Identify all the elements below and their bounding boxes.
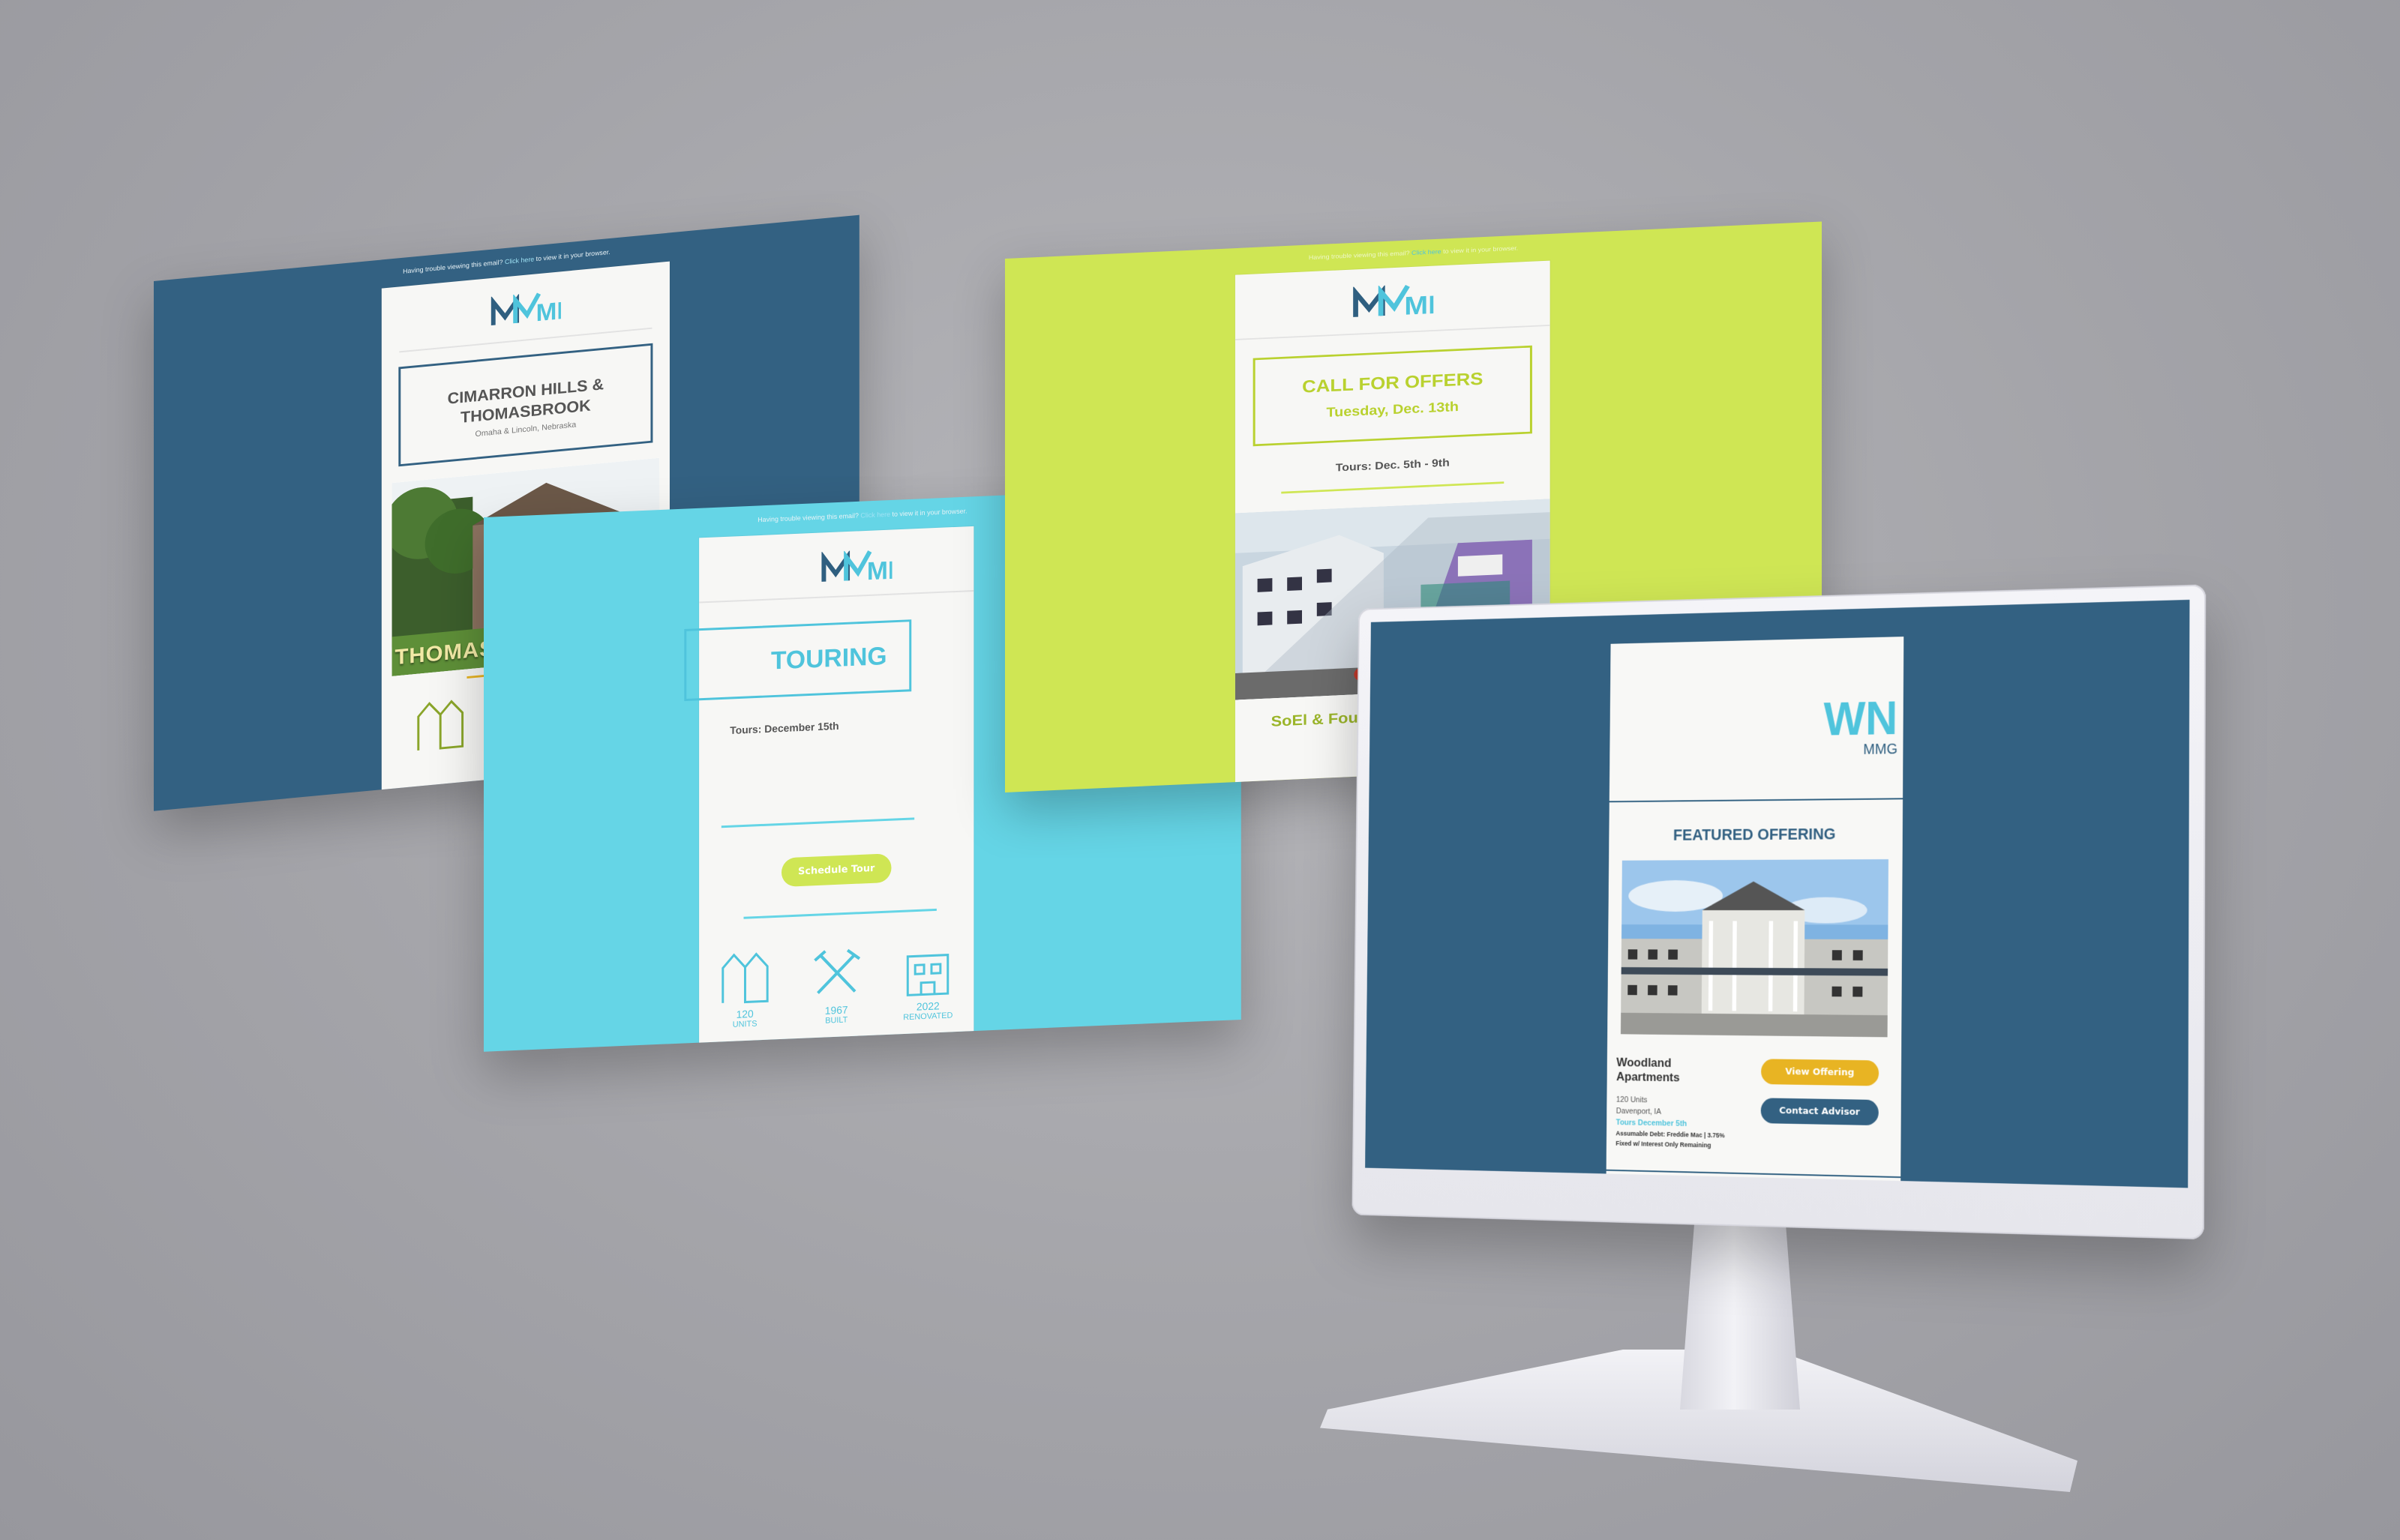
offer-date: Tuesday, Dec. 13th (1326, 399, 1459, 421)
mmg-logo: MMG (699, 526, 974, 592)
view-offering-button[interactable]: View Offering (1760, 1059, 1880, 1086)
tours-dates: Tours: Dec. 5th - 9th (1335, 457, 1450, 475)
email-body: MMG TOURING Tours: December 15th Schedul… (684, 526, 974, 1052)
property-city: Davenport, IA (1616, 1107, 1661, 1116)
tools-icon (814, 948, 861, 994)
renovated-icon (907, 954, 950, 996)
debt-terms-2: Fixed w/ Interest Only Remaining (1616, 1140, 1712, 1149)
stat-value: 120 (736, 1007, 754, 1020)
stats-row: 120 UNITS 1967 BUILT 2022 RENOVATED (699, 939, 974, 1030)
click-here-link[interactable]: Click here (860, 511, 890, 520)
stat-renovated: 2022 RENOVATED (902, 939, 954, 1022)
debt-terms-1: Assumable Debt: Freddie Mac | 3.75% (1616, 1129, 1725, 1140)
monitor-screen: WN MMG FEATURED OFFERING Woodland Apartm… (1365, 599, 2190, 1188)
monitor-stand-neck (1680, 1222, 1800, 1410)
headline-box: CALL FOR OFFERS Tuesday, Dec. 13th (1252, 345, 1532, 447)
section-title: FEATURED OFFERING (1672, 824, 1836, 844)
mmg-logo: MMG (382, 262, 670, 340)
stat-value: 2022 (916, 999, 940, 1013)
units-icon (721, 952, 769, 1004)
svg-text:MMG: MMG (867, 556, 892, 586)
headline: TOURING (770, 642, 887, 676)
stat-label: BUILT (825, 1015, 848, 1026)
featured-offering-email: WN MMG FEATURED OFFERING Woodland Apartm… (1606, 637, 1904, 1188)
stat-units: 120 UNITS (718, 948, 770, 1030)
headline-box: TOURING (684, 619, 912, 702)
headline: CALL FOR OFFERS (1302, 368, 1484, 397)
desktop-monitor: WN MMG FEATURED OFFERING Woodland Apartm… (1352, 584, 2206, 1240)
click-here-link[interactable]: Click here (1412, 248, 1442, 256)
click-here-link[interactable]: Click here (505, 256, 534, 265)
svg-text:MMG: MMG (536, 293, 561, 326)
unit-count: 120 Units (1616, 1095, 1648, 1105)
mmg-logo: MMG (1235, 261, 1550, 328)
title-box: CIMARRON HILLS & THOMASBROOK Omaha & Lin… (398, 343, 653, 467)
schedule-tour-button[interactable]: Schedule Tour (782, 853, 892, 887)
woodland-photo (1620, 859, 1888, 1038)
woodland-apartments-illustration (1620, 859, 1888, 1038)
stat-label: RENOVATED (903, 1011, 953, 1023)
stat-value: 1967 (824, 1003, 848, 1017)
stat-label: UNITS (732, 1019, 758, 1029)
stat-built: 1967 BUILT (811, 944, 862, 1026)
partial-headline: WN MMG (1823, 691, 1898, 758)
property-name: Woodland Apartments (1616, 1055, 1680, 1085)
svg-text:MMG: MMG (1404, 288, 1433, 320)
tours-date: Tours: December 15th (730, 719, 839, 736)
tour-date: Tours December 5th (1616, 1118, 1688, 1128)
units-icon (417, 700, 464, 751)
contact-advisor-button[interactable]: Contact Advisor (1760, 1098, 1879, 1126)
